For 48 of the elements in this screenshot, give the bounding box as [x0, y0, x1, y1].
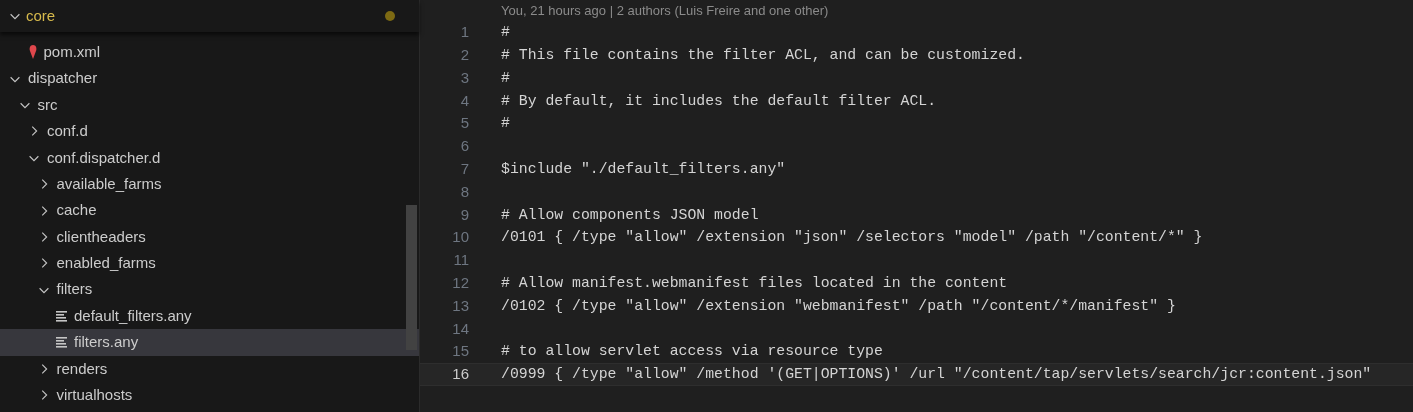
folder-row[interactable]: clientheaders [0, 223, 419, 251]
folder-row[interactable]: virtualhosts [0, 382, 419, 409]
code-line: # [501, 23, 510, 43]
file-row[interactable]: default_filters.any [0, 302, 419, 330]
code-line: # Allow components JSON model [501, 205, 759, 225]
lines-icon [56, 337, 68, 348]
line-number: 4 [459, 90, 469, 111]
folder-row[interactable]: core [0, 0, 419, 32]
code-line: /0101 { /type "allow" /extension "json" /selectors "model" /path "/content/*" } [501, 228, 1203, 248]
code-line: /0102 { /type "allow" /extension "webmanifest" /path "/content/*/manifest" } [501, 296, 1176, 316]
folder-row[interactable]: src [0, 91, 419, 119]
line-number: 5 [459, 113, 469, 134]
code-line: # to allow servlet access via resource type [501, 342, 883, 362]
code-line: # By default, it includes the default filter ACL. [501, 91, 937, 111]
line-number: 13 [451, 295, 469, 316]
folder-row[interactable]: cache [0, 197, 419, 224]
line-number: 15 [451, 341, 469, 362]
blame-annotation: You, 21 hours ago | 2 authors (Luis Freire and one other) [501, 1, 829, 20]
folder-row[interactable]: renders [0, 355, 419, 383]
file-row[interactable]: pom.xml [0, 39, 419, 66]
folder-row[interactable]: dispatcher [0, 65, 419, 92]
line-number: 9 [459, 204, 469, 225]
line-number: 1 [459, 22, 469, 43]
scrollbar-thumb[interactable] [406, 205, 417, 350]
code-line: # This file contains the filter ACL, and can be customized. [501, 46, 1025, 66]
folder-row[interactable]: enabled_farms [0, 250, 419, 277]
pin-icon [27, 44, 38, 61]
code-line: $include "./default_filters.any" [501, 160, 786, 180]
line-number: 8 [459, 181, 469, 202]
folder-row[interactable]: conf.dispatcher.d [0, 144, 419, 171]
code-line: # Allow manifest.webmanifest files located in the content [501, 274, 1008, 294]
lines-icon [56, 310, 68, 322]
line-number: 11 [452, 250, 469, 271]
folder-row[interactable]: conf.d [0, 118, 419, 145]
code-line: # [501, 68, 510, 88]
file-row[interactable]: filters.any [0, 329, 419, 356]
line-number: 7 [459, 158, 469, 179]
line-number: 6 [459, 136, 469, 157]
line-number: 2 [459, 44, 469, 65]
code-line: /0999 { /type "allow" /method '(GET|OPTIONS)' /url "/content/tap/servlets/search/jcr:content.json" [501, 365, 1372, 385]
line-number: 12 [451, 272, 469, 293]
line-number: 10 [451, 227, 469, 248]
code-line: # [501, 114, 510, 134]
line-number: 14 [451, 318, 469, 339]
line-number: 3 [459, 67, 469, 88]
line-number: 16 [451, 364, 469, 385]
folder-row[interactable]: available_farms [0, 170, 419, 198]
folder-row[interactable]: filters [0, 276, 419, 303]
